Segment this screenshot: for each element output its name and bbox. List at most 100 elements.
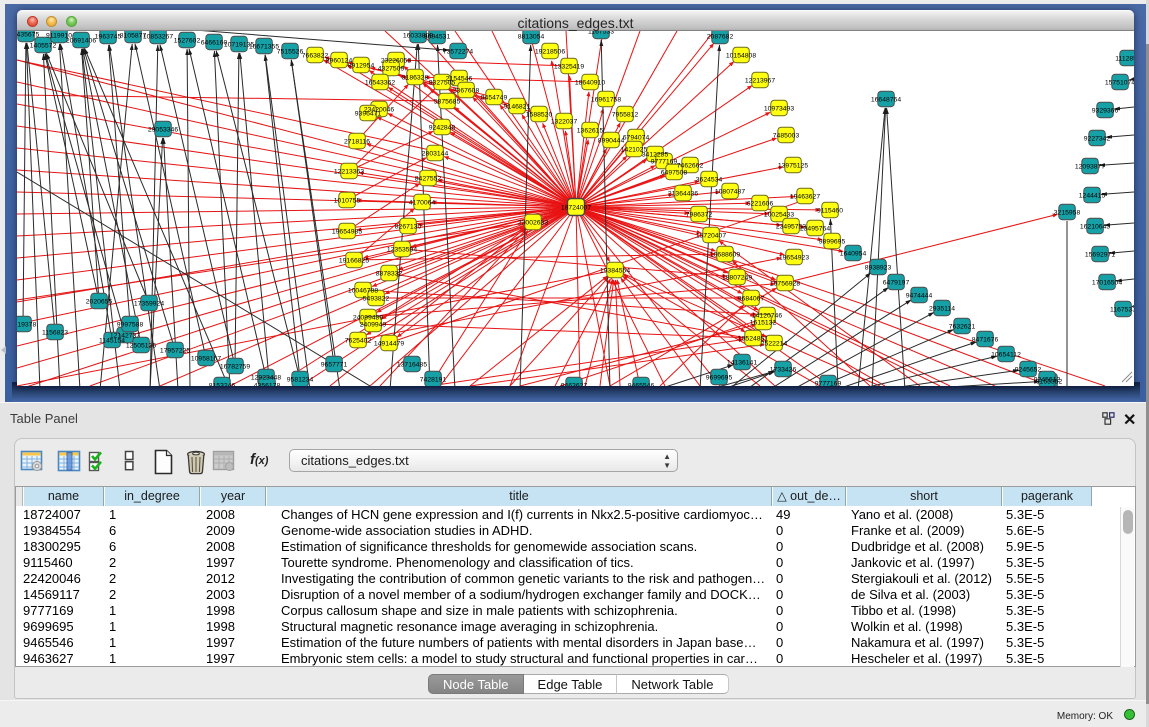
svg-text:2087682: 2087682 xyxy=(707,34,734,41)
svg-text:16210643: 16210643 xyxy=(1080,224,1110,231)
svg-text:8912954: 8912954 xyxy=(348,63,375,70)
svg-text:1588520: 1588520 xyxy=(526,112,553,119)
svg-text:8427552: 8427552 xyxy=(415,176,442,183)
svg-text:3215958: 3215958 xyxy=(1054,210,1081,217)
svg-text:18640910: 18640910 xyxy=(575,80,605,87)
svg-text:12213363: 12213363 xyxy=(334,169,364,176)
svg-text:1167533: 1167533 xyxy=(588,31,614,36)
svg-text:9245652: 9245652 xyxy=(1015,367,1042,374)
svg-text:2718116: 2718116 xyxy=(344,139,370,146)
svg-text:9245612: 9245612 xyxy=(1034,377,1061,384)
svg-text:9242848: 9242848 xyxy=(429,125,456,132)
svg-text:2367608: 2367608 xyxy=(453,88,480,95)
svg-text:2522214: 2522214 xyxy=(761,341,788,348)
svg-text:13325419: 13325419 xyxy=(554,64,584,71)
svg-text:9777169: 9777169 xyxy=(651,159,678,166)
svg-text:16671355: 16671355 xyxy=(249,44,279,51)
svg-text:3624534: 3624534 xyxy=(696,177,723,184)
svg-text:12093877: 12093877 xyxy=(1075,164,1105,171)
svg-text:19463627: 19463627 xyxy=(790,194,820,201)
svg-text:15692971: 15692971 xyxy=(1085,252,1115,259)
svg-text:73572274: 73572274 xyxy=(443,49,473,56)
svg-text:9899695: 9899695 xyxy=(819,239,846,246)
svg-text:20691406: 20691406 xyxy=(66,38,96,45)
svg-text:12213967: 12213967 xyxy=(745,78,775,85)
svg-text:6221606: 6221606 xyxy=(747,201,774,208)
svg-text:9694531: 9694531 xyxy=(424,34,451,41)
svg-text:1112857: 1112857 xyxy=(1115,56,1134,63)
svg-text:19218506: 19218506 xyxy=(535,49,565,56)
svg-text:7428191: 7428191 xyxy=(420,377,447,384)
svg-text:10154808: 10154808 xyxy=(726,53,756,60)
svg-text:23226058: 23226058 xyxy=(381,58,411,65)
svg-text:1010755: 1010755 xyxy=(334,198,361,205)
svg-text:14914479: 14914479 xyxy=(374,341,404,348)
svg-text:1733426: 1733426 xyxy=(770,367,797,374)
svg-text:19756928: 19756928 xyxy=(770,281,800,288)
svg-text:15751074: 15751074 xyxy=(1105,80,1134,87)
svg-text:4170064: 4170064 xyxy=(409,200,436,207)
svg-text:6497508: 6497508 xyxy=(661,170,688,177)
svg-text:13975125: 13975125 xyxy=(778,163,808,170)
svg-text:14120746: 14120746 xyxy=(752,313,782,320)
svg-text:8471676: 8471676 xyxy=(972,337,999,344)
svg-text:1156823: 1156823 xyxy=(42,330,68,337)
svg-text:2935114: 2935114 xyxy=(929,306,955,313)
svg-text:10853267: 10853267 xyxy=(143,34,173,41)
svg-text:15720407: 15720407 xyxy=(696,233,726,240)
svg-text:2154546: 2154546 xyxy=(446,76,473,83)
svg-text:8454749: 8454749 xyxy=(481,95,508,102)
svg-text:1322037: 1322037 xyxy=(551,119,578,126)
svg-text:9465546: 9465546 xyxy=(628,383,655,387)
svg-text:10025433: 10025433 xyxy=(764,212,794,219)
svg-text:8153246: 8153246 xyxy=(209,383,236,387)
svg-text:9396471: 9396471 xyxy=(355,111,382,118)
svg-text:9777169: 9777169 xyxy=(815,381,842,387)
svg-text:9146821: 9146821 xyxy=(504,104,531,111)
svg-text:9463627: 9463627 xyxy=(561,383,588,387)
svg-text:2020655: 2020655 xyxy=(86,299,113,306)
svg-text:19654985: 19654985 xyxy=(332,229,362,236)
svg-text:8990444: 8990444 xyxy=(598,138,625,145)
svg-text:7663822: 7663822 xyxy=(302,53,329,60)
svg-text:12505135: 12505135 xyxy=(126,343,156,350)
svg-text:9581234: 9581234 xyxy=(287,377,314,384)
svg-text:9657771: 9657771 xyxy=(321,362,348,369)
svg-text:16961758: 16961758 xyxy=(591,97,621,104)
svg-text:12923448: 12923448 xyxy=(251,375,281,382)
svg-text:1145154: 1145154 xyxy=(99,338,125,345)
svg-text:7625402: 7625402 xyxy=(345,338,372,345)
svg-text:1405572: 1405572 xyxy=(30,43,57,50)
svg-text:7515526: 7515526 xyxy=(277,49,304,56)
svg-text:8878332: 8878332 xyxy=(376,271,403,278)
svg-text:18724007: 18724007 xyxy=(561,205,591,212)
svg-text:23495764: 23495764 xyxy=(800,226,830,233)
svg-text:9699695: 9699695 xyxy=(706,375,733,382)
svg-text:6794074: 6794074 xyxy=(623,135,650,142)
svg-text:9474444: 9474444 xyxy=(906,293,933,300)
svg-text:17359924: 17359924 xyxy=(134,301,164,308)
svg-text:10958167: 10958167 xyxy=(191,356,221,363)
svg-text:2409949: 2409949 xyxy=(360,322,387,329)
svg-text:8938923: 8938923 xyxy=(865,265,892,272)
svg-text:29053346: 29053346 xyxy=(148,127,178,134)
svg-text:1244415: 1244415 xyxy=(1079,193,1106,200)
svg-text:17016504: 17016504 xyxy=(1092,280,1122,287)
svg-text:21364436: 21364436 xyxy=(668,191,698,198)
svg-text:3319378: 3319378 xyxy=(17,322,36,329)
svg-text:5493822: 5493822 xyxy=(363,296,390,303)
svg-text:10046788: 10046788 xyxy=(348,288,378,295)
svg-text:24099489: 24099489 xyxy=(353,315,383,322)
svg-text:1527602: 1527602 xyxy=(174,38,201,45)
svg-text:8186328: 8186328 xyxy=(402,75,429,82)
svg-text:10688609: 10688609 xyxy=(710,252,740,259)
svg-text:10807487: 10807487 xyxy=(715,189,745,196)
svg-text:9997588: 9997588 xyxy=(117,322,144,329)
svg-text:9329366: 9329366 xyxy=(1092,108,1119,115)
svg-text:12353594: 12353594 xyxy=(387,247,417,254)
svg-text:7462662: 7462662 xyxy=(677,163,704,170)
svg-text:7986372: 7986372 xyxy=(686,212,713,219)
svg-text:1167533: 1167533 xyxy=(1110,307,1134,314)
svg-text:23002633: 23002633 xyxy=(518,220,548,227)
svg-text:9115460: 9115460 xyxy=(817,208,843,215)
